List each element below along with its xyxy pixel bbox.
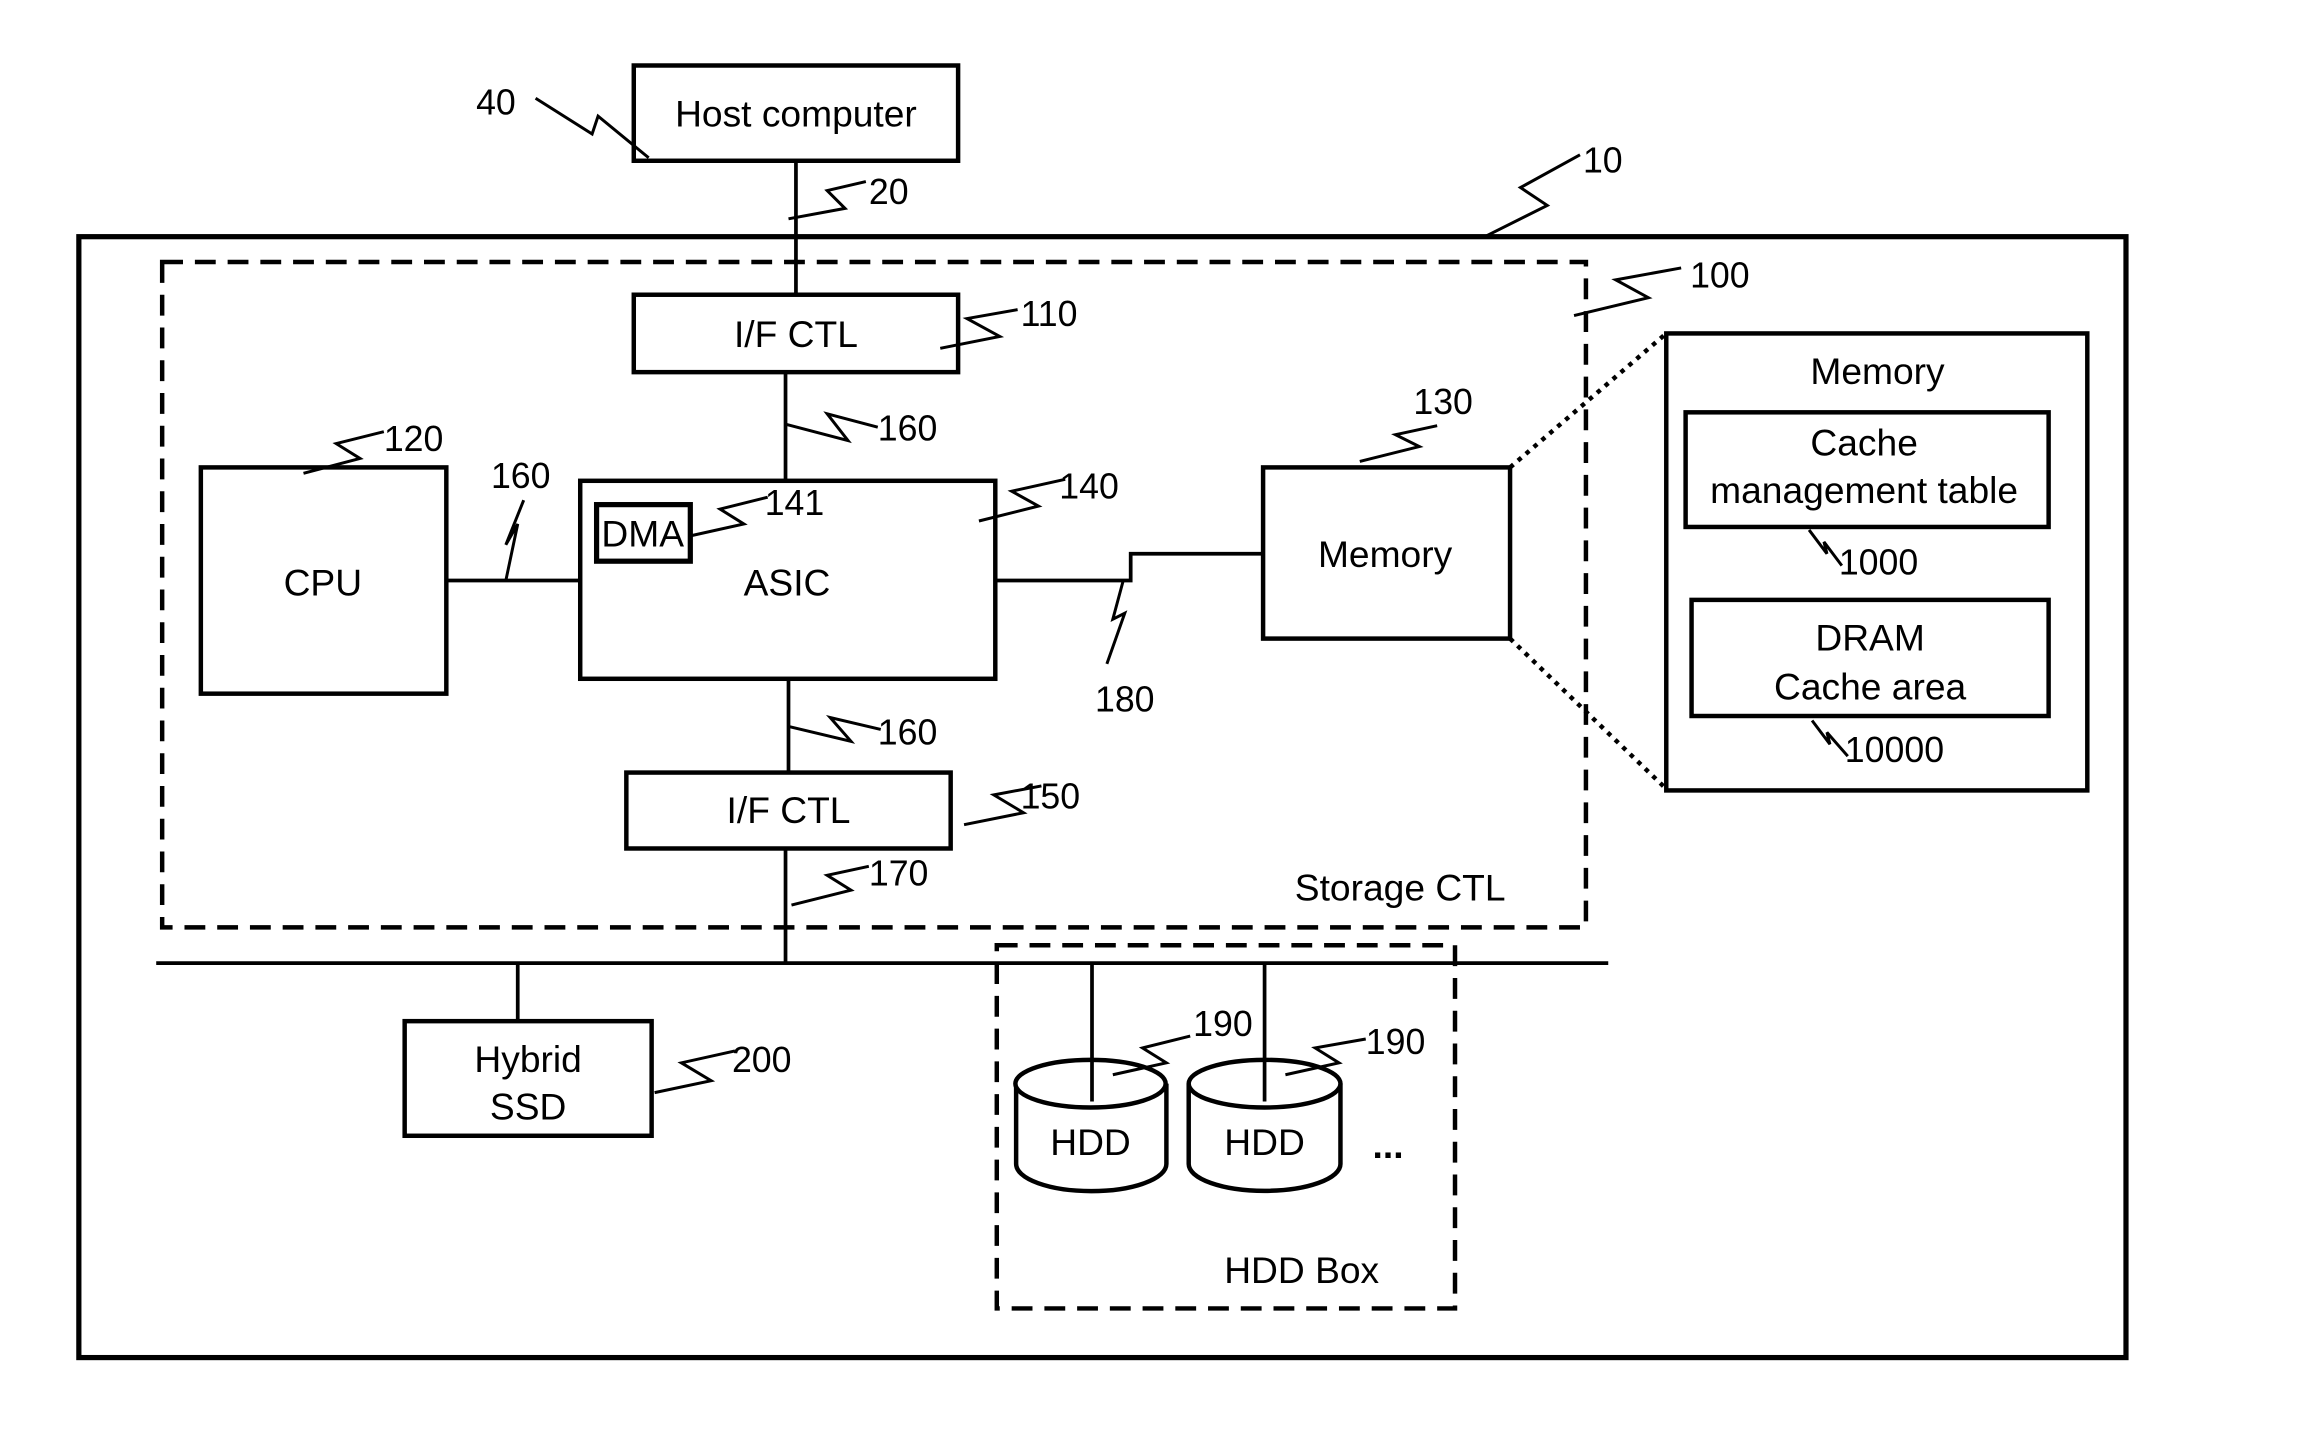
if-ctl-bottom-ref: 150 (1021, 776, 1081, 816)
hdd-1-label: HDD (1050, 1121, 1131, 1163)
memory-label: Memory (1318, 533, 1453, 575)
host-link-ref: 20 (869, 172, 909, 212)
host-computer-label: Host computer (675, 93, 917, 135)
cache-table-ref: 1000 (1839, 543, 1918, 583)
dma-label: DMA (601, 512, 684, 554)
internal-bus-bottom-ref: 160 (878, 712, 938, 752)
asic-label: ASIC (744, 561, 831, 603)
storage-ctl-label: Storage CTL (1295, 867, 1506, 909)
host-link-leader (788, 180, 867, 221)
if-ctl-top-label: I/F CTL (734, 313, 858, 355)
dma-ref: 141 (765, 483, 825, 523)
memory-link-leader (1105, 580, 1128, 665)
dram-cache-label-line2: Cache area (1774, 666, 1967, 708)
hdd-more-ellipsis: ... (1373, 1124, 1404, 1166)
backend-link-leader (791, 864, 870, 907)
dram-cache-label-line1: DRAM (1815, 616, 1924, 658)
internal-bus-top-leader (785, 411, 879, 444)
hybrid-ssd-label-line2: SSD (490, 1085, 566, 1127)
asic-ref: 140 (1059, 467, 1119, 507)
storage-system-leader (1484, 153, 1581, 239)
dram-cache-area-block: DRAM Cache area (1689, 597, 2051, 719)
hybrid-ssd-label-line1: Hybrid (474, 1038, 581, 1080)
internal-bus-top-ref: 160 (878, 409, 938, 449)
cpu-label: CPU (284, 561, 362, 603)
hdd-2-ref: 190 (1366, 1022, 1426, 1062)
cpu-block: CPU (198, 465, 449, 696)
memory-ref: 130 (1413, 382, 1473, 422)
hdd-2-label: HDD (1224, 1121, 1305, 1163)
if-ctl-top-ref: 110 (1021, 294, 1078, 334)
memory-link-ref: 180 (1095, 680, 1155, 720)
cpu-ref: 120 (384, 419, 444, 459)
dma-block: DMA (593, 502, 693, 564)
cache-table-label-line1: Cache (1810, 421, 1917, 463)
internal-bus-cpu-leader (504, 499, 526, 581)
memory-detail-panel: Memory Cache management table 1000 DRAM … (1664, 331, 2090, 793)
if-ctl-bottom-label: I/F CTL (727, 789, 851, 831)
hybrid-ssd-block: Hybrid SSD (402, 1018, 654, 1139)
hybrid-ssd-leader (654, 1049, 736, 1095)
backend-link-ref: 170 (869, 854, 929, 894)
memory-leader (1359, 424, 1438, 463)
if-ctl-top-block: I/F CTL (631, 292, 961, 375)
internal-bus-bottom-leader (788, 714, 882, 744)
storage-ctl-leader (1573, 266, 1682, 318)
memory-link-line (995, 551, 1264, 583)
memory-block: Memory (1260, 465, 1513, 641)
host-computer-block: Host computer (631, 63, 961, 163)
cache-table-label-line2: management table (1710, 469, 2018, 511)
memory-detail-callout-bottom (1508, 636, 1668, 791)
storage-system-ref: 10 (1583, 141, 1623, 181)
host-ref-number: 40 (476, 83, 516, 123)
memory-detail-title: Memory (1810, 350, 1945, 392)
storage-ctl-ref: 100 (1690, 255, 1750, 295)
cache-management-table-block: Cache management table (1683, 410, 2051, 530)
if-ctl-bottom-block: I/F CTL (624, 770, 953, 851)
hdd-box-label: HDD Box (1224, 1249, 1379, 1291)
dram-cache-ref: 10000 (1845, 730, 1944, 770)
storage-system-diagram: Host computer 40 20 10 Storage CTL 100 I… (76, 63, 2129, 1361)
hdd-1-ref: 190 (1193, 1004, 1253, 1044)
hybrid-ssd-ref: 200 (732, 1040, 792, 1080)
internal-bus-cpu-ref: 160 (491, 456, 551, 496)
